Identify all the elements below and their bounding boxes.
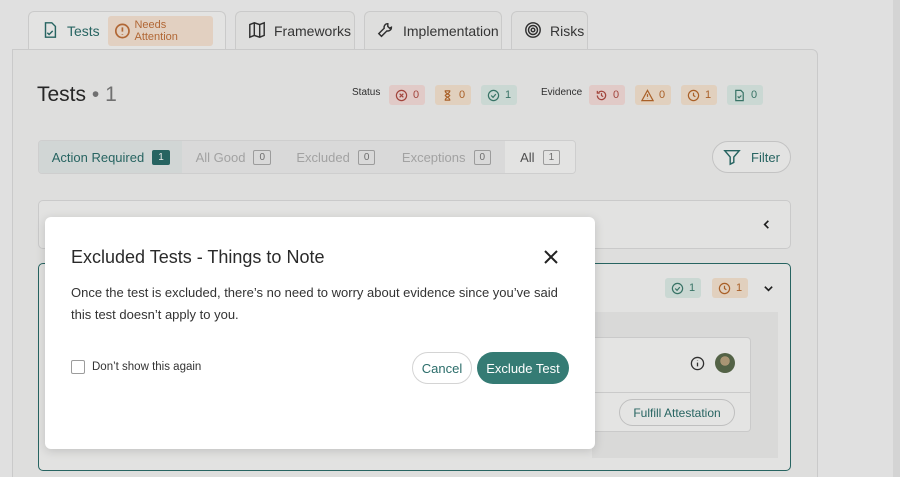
exclude-test-button[interactable]: Exclude Test (477, 352, 569, 384)
page: Tests Needs Attention Frameworks Impleme… (0, 0, 900, 477)
cancel-button-label: Cancel (421, 360, 463, 376)
dont-show-again-checkbox[interactable] (71, 360, 85, 374)
dialog-title: Excluded Tests - Things to Note (71, 247, 325, 267)
exclude-test-dialog: Excluded Tests - Things to Note Once the… (45, 217, 595, 449)
dialog-message: Once the test is excluded, there’s no ne… (71, 285, 558, 322)
dont-show-again-label: Don’t show this again (92, 361, 202, 373)
cancel-button[interactable]: Cancel (412, 352, 472, 384)
close-icon[interactable] (541, 247, 561, 267)
dont-show-again-row: Don’t show this again (71, 360, 201, 374)
exclude-test-button-label: Exclude Test (486, 360, 560, 376)
